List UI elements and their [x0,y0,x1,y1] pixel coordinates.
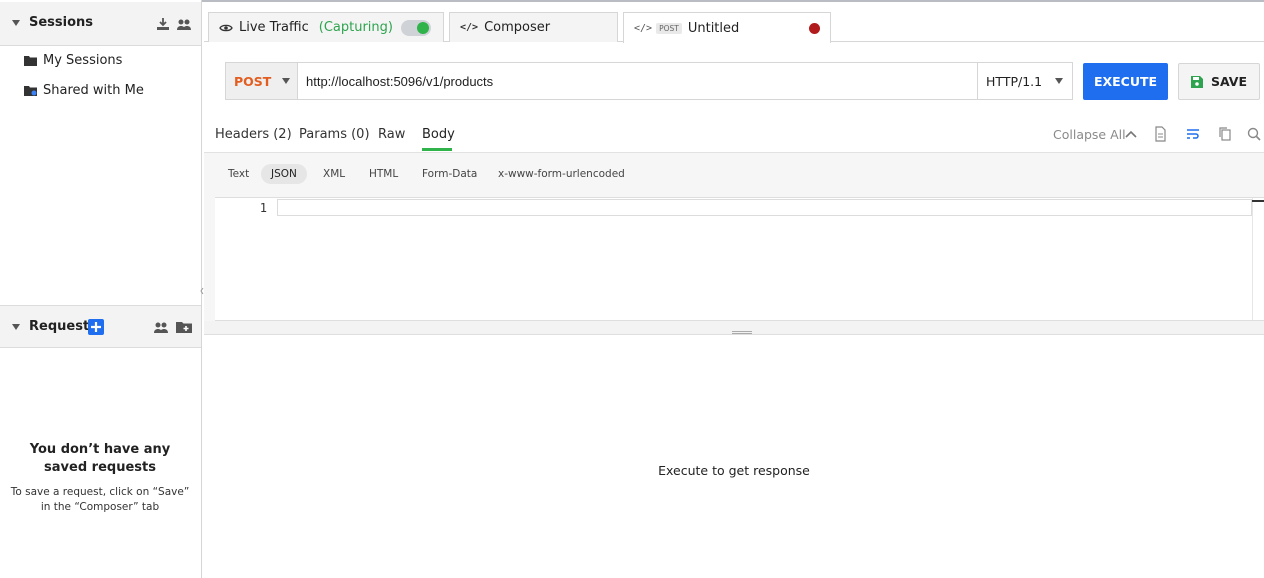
save-label: SAVE [1210,74,1248,89]
body-type-urlencoded[interactable]: x-www-form-urlencoded [498,168,625,180]
collapse-all-button[interactable]: Collapse All [1053,127,1126,142]
editor-scrollbar[interactable] [1252,198,1264,320]
save-button[interactable]: SAVE [1178,63,1260,100]
sidebar-item-my-sessions[interactable]: My Sessions [24,50,122,70]
copy-icon[interactable] [1217,126,1233,142]
empty-requests-hint: To save a request, click on “Save” in th… [10,486,190,513]
new-folder-icon[interactable] [176,319,192,335]
sessions-title: Sessions [29,15,94,30]
tab-label: Untitled [687,20,740,36]
sidebar-item-shared-with-me[interactable]: Shared with Me [24,80,144,100]
sidebar-item-label: Shared with Me [43,82,144,98]
code-icon: </> [460,22,479,33]
tab-body[interactable]: Body [422,127,455,142]
download-icon[interactable] [155,16,171,32]
body-type-text[interactable]: Text [228,168,249,180]
method-badge: POST [656,22,682,34]
sessions-header[interactable]: Sessions [0,2,201,46]
editor-left-margin [204,197,215,321]
sidebar: Sessions My Sessions Shared with Me Requ… [0,0,202,578]
line-gutter: 1 [215,198,277,320]
protocol-select[interactable]: HTTP/1.1 [977,63,1072,99]
tab-label: Live Traffic [239,20,309,35]
tab-bar: Live Traffic (Capturing) </> Composer </… [204,2,1264,43]
share-users-icon[interactable] [176,16,192,32]
active-tab-indicator [422,148,452,151]
chevron-down-icon [282,78,290,84]
url-input[interactable] [306,63,976,99]
body-type-bar: Text JSON XML HTML Form-Data x-www-form-… [204,153,1264,197]
tab-untitled[interactable]: </> POST Untitled [623,12,831,43]
toggle-knob [417,22,429,34]
requests-title: Requests [29,319,97,334]
method-select[interactable]: POST [226,63,298,99]
collapse-caret-icon[interactable] [12,324,20,330]
add-request-icon[interactable] [88,319,104,335]
body-editor[interactable]: 1 [215,197,1264,321]
wrap-lines-icon[interactable] [1185,126,1201,142]
sidebar-item-label: My Sessions [43,52,123,68]
chevron-up-icon[interactable] [1123,126,1139,142]
tab-composer[interactable]: </> Composer [449,12,618,42]
empty-requests-title: You don’t have any saved requests [29,442,171,475]
tab-live-traffic[interactable]: Live Traffic (Capturing) [208,12,444,42]
drag-handle-icon[interactable] [732,331,752,334]
line-number: 1 [259,201,267,215]
save-icon [1190,75,1203,88]
collapse-caret-icon[interactable] [12,20,20,26]
tab-headers[interactable]: Headers (2) [215,127,292,142]
search-icon[interactable] [1246,126,1262,142]
body-type-html[interactable]: HTML [369,168,398,180]
method-value: POST [234,74,272,89]
tab-raw[interactable]: Raw [378,127,405,142]
body-type-json[interactable]: JSON [261,164,307,184]
document-icon[interactable] [1152,126,1168,142]
shared-folder-icon [24,85,37,96]
capture-toggle[interactable] [401,20,431,36]
code-icon: </> [634,22,653,34]
requests-header[interactable]: Requests [0,305,201,348]
scrollbar-marker [1252,200,1264,202]
unsaved-indicator [809,23,820,34]
response-splitter[interactable] [204,321,1264,335]
response-placeholder: Execute to get response [658,463,810,478]
request-subtabs: Headers (2) Params (0) Raw Body Collapse… [204,118,1264,153]
body-type-form-data[interactable]: Form-Data [422,168,477,180]
eye-icon [219,24,233,31]
share-users-icon[interactable] [153,319,169,335]
tab-params[interactable]: Params (0) [299,127,370,142]
execute-button[interactable]: EXECUTE [1083,63,1168,100]
tab-label: Composer [484,20,551,35]
chevron-down-icon [1055,78,1063,84]
body-type-xml[interactable]: XML [323,168,345,180]
request-bar: POST HTTP/1.1 [225,62,1073,100]
capturing-status: (Capturing) [318,20,393,35]
active-line[interactable] [277,199,1252,216]
protocol-value: HTTP/1.1 [986,74,1043,89]
folder-icon [24,55,37,66]
